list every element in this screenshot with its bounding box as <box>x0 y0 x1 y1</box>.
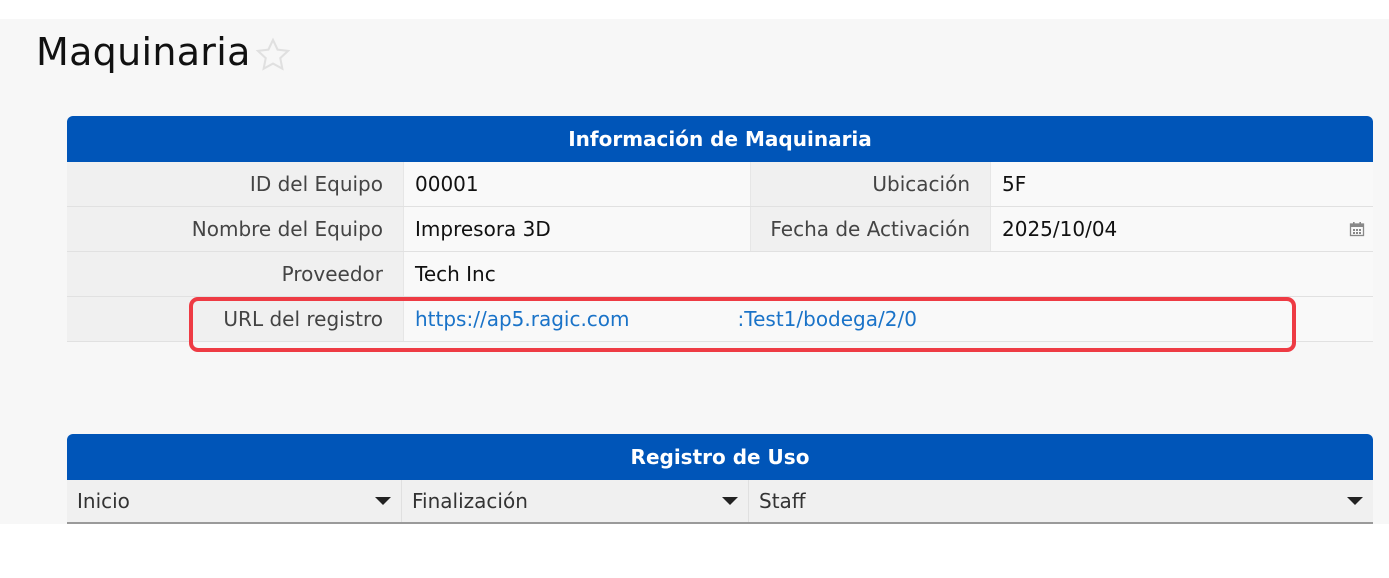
column-header-staff[interactable]: Staff <box>749 480 1373 522</box>
column-header-end[interactable]: Finalización <box>402 480 749 522</box>
form-row-1: ID del Equipo 00001 Ubicación 5F <box>67 162 1373 207</box>
usage-section-header: Registro de Uso <box>67 434 1373 480</box>
caret-down-icon[interactable] <box>722 497 738 505</box>
form-row-3: Proveedor Tech Inc <box>67 252 1373 297</box>
column-end-label: Finalización <box>412 489 528 513</box>
column-header-start[interactable]: Inicio <box>67 480 402 522</box>
usage-table-header: Inicio Finalización Staff <box>67 480 1373 524</box>
equipment-id-label: ID del Equipo <box>67 162 403 206</box>
activation-date-value: 2025/10/04 <box>1002 217 1118 241</box>
supplier-label: Proveedor <box>67 252 403 296</box>
equipment-name-label: Nombre del Equipo <box>67 207 403 251</box>
info-section-header: Información de Maquinaria <box>67 116 1373 162</box>
location-label: Ubicación <box>750 162 990 206</box>
activation-date-field[interactable]: 2025/10/04 <box>990 207 1373 251</box>
caret-down-icon[interactable] <box>1347 497 1363 505</box>
page-title: Maquinaria <box>36 30 251 74</box>
column-staff-label: Staff <box>759 489 806 513</box>
location-value[interactable]: 5F <box>990 162 1373 206</box>
calendar-icon[interactable] <box>1349 221 1365 237</box>
record-url-highlight-box <box>189 297 1296 352</box>
supplier-row-empty <box>750 252 1373 296</box>
equipment-name-value[interactable]: Impresora 3D <box>403 207 750 251</box>
equipment-id-value[interactable]: 00001 <box>403 162 750 206</box>
favorite-star-icon[interactable] <box>254 36 292 74</box>
caret-down-icon[interactable] <box>375 497 391 505</box>
activation-date-label: Fecha de Activación <box>750 207 990 251</box>
column-start-label: Inicio <box>77 489 130 513</box>
form-row-2: Nombre del Equipo Impresora 3D Fecha de … <box>67 207 1373 252</box>
supplier-value[interactable]: Tech Inc <box>403 252 750 296</box>
